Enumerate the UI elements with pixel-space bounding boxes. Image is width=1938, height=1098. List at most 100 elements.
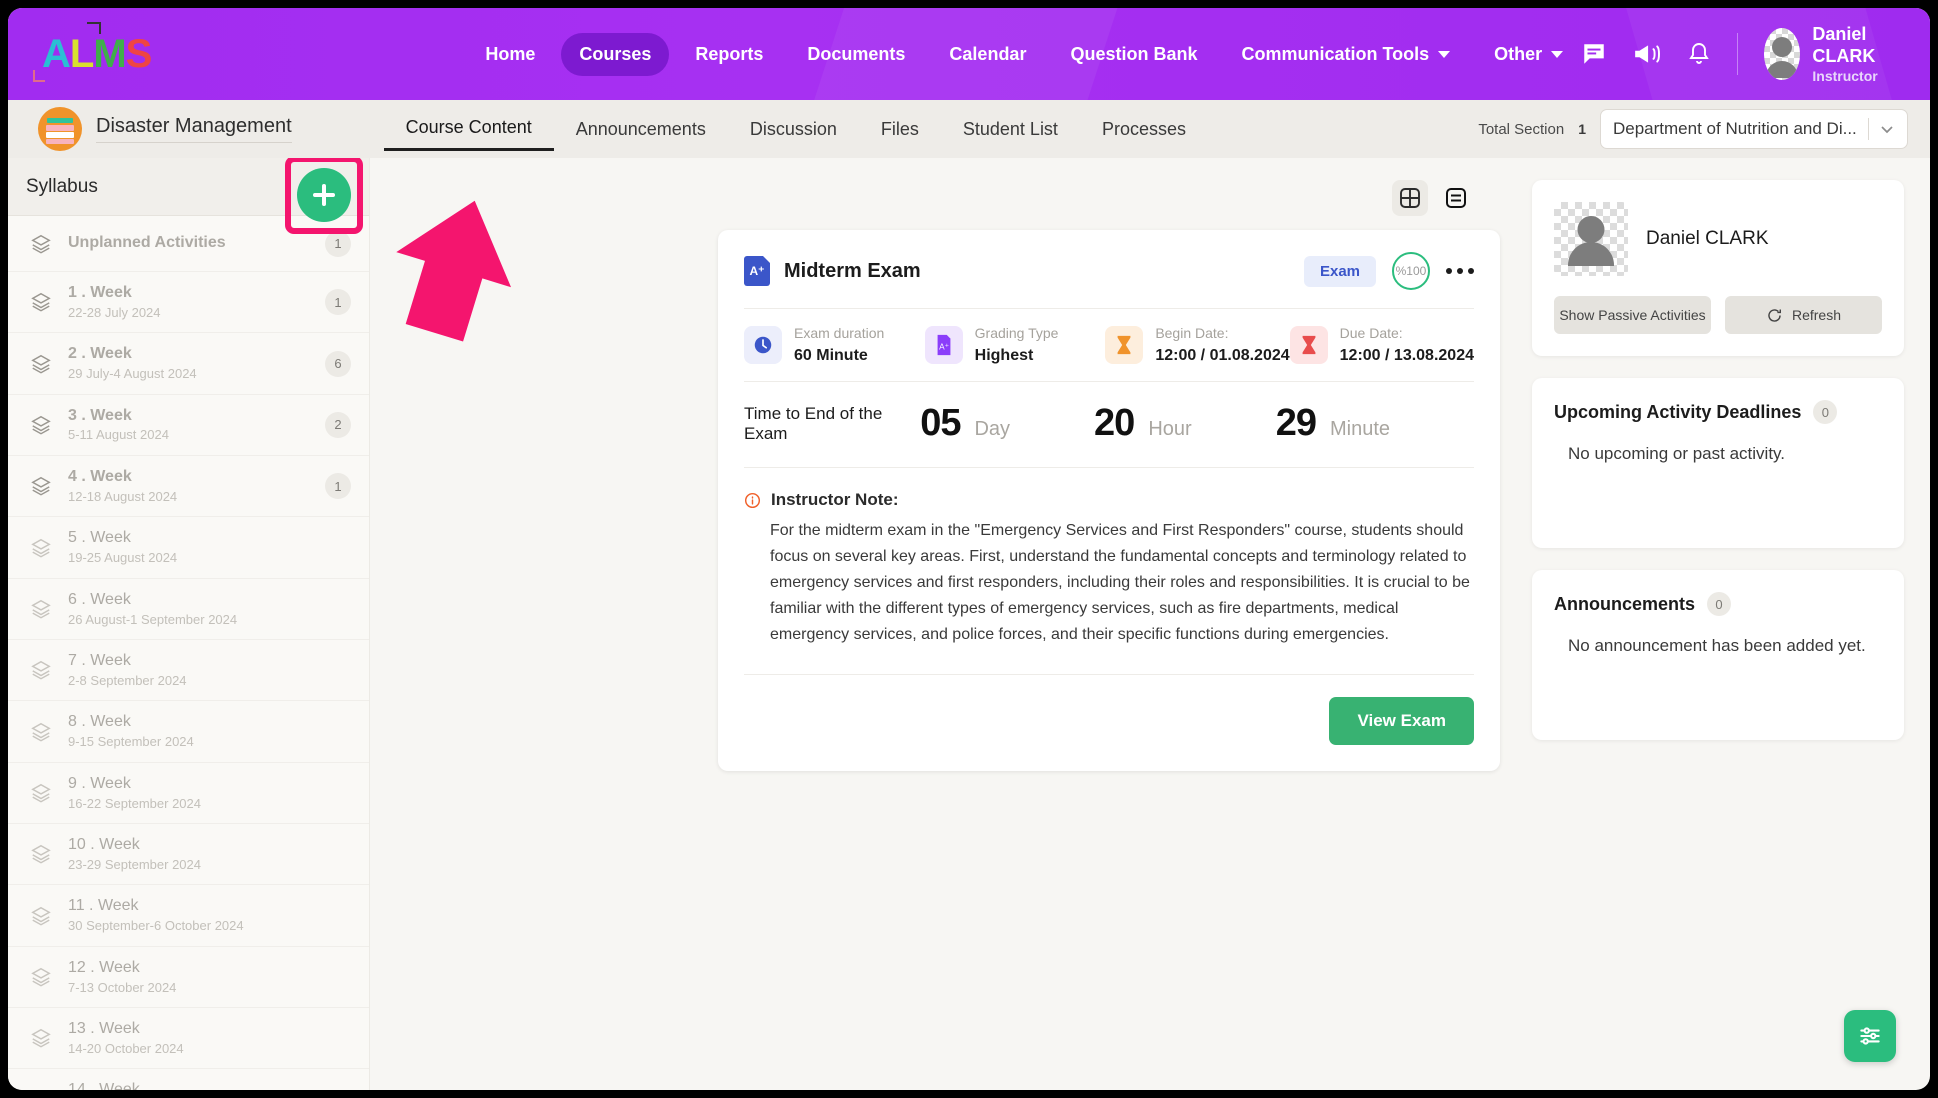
info-exam-duration: Exam duration 60 Minute [744, 323, 925, 367]
profile-actions: Show Passive Activities Refresh [1554, 296, 1882, 334]
announcement-icon[interactable] [1633, 41, 1661, 67]
countdown-value: 29 [1275, 402, 1317, 445]
section-select-value: Department of Nutrition and Di... [1613, 119, 1857, 138]
info-value: Highest [974, 347, 1034, 364]
tab-announcements[interactable]: Announcements [554, 109, 728, 150]
show-passive-activities-button[interactable]: Show Passive Activities [1554, 296, 1711, 334]
layers-icon [26, 782, 56, 804]
activity-card: A⁺ Midterm Exam Exam %100 Exam duration … [718, 230, 1500, 771]
settings-sliders-icon[interactable] [1844, 1010, 1896, 1062]
page-body: Syllabus 1 1 Unplanned Activities 1 [8, 158, 1930, 1090]
nav-right-actions: Daniel CLARK Instructor [1581, 23, 1908, 86]
tab-label: Files [880, 118, 919, 139]
card-title: Midterm Exam [784, 259, 921, 282]
layers-icon [26, 233, 56, 255]
announcements-title: Announcements [1554, 593, 1696, 614]
tab-discussion[interactable]: Discussion [728, 109, 859, 150]
info-label: Begin Date: [1155, 325, 1229, 341]
layers-icon [26, 537, 56, 559]
card-footer: View Exam [744, 673, 1474, 745]
info-label: Grading Type [974, 325, 1059, 341]
tab-label: Student List [962, 118, 1058, 139]
message-icon[interactable] [1581, 41, 1607, 67]
section-select[interactable]: Department of Nutrition and Di... [1600, 109, 1908, 149]
select-divider [1868, 118, 1869, 140]
grade-document-icon: A⁺ [924, 326, 963, 365]
logo-letter-m: M [93, 32, 126, 76]
list-item[interactable]: 11 . Week 30 September-6 October 2024 [8, 885, 369, 947]
info-value: 60 Minute [794, 347, 868, 364]
list-item[interactable]: 3 . Week 5-11 August 2024 2 [8, 395, 369, 457]
total-section-count: 1 [1578, 121, 1586, 137]
list-view-icon[interactable] [1438, 180, 1474, 216]
countdown-label: Time to End of the Exam [744, 403, 883, 443]
list-item[interactable]: 10 . Week 23-29 September 2024 [8, 824, 369, 886]
layers-icon [26, 843, 56, 865]
info-label: Exam duration [794, 325, 885, 341]
add-syllabus-button[interactable] [297, 168, 351, 222]
list-item-label: 7 . Week [68, 652, 131, 670]
countdown-days: 05 Day [920, 402, 1010, 445]
countdown-minutes: 29 Minute [1276, 402, 1390, 445]
nav-item-calendar[interactable]: Calendar [931, 33, 1044, 76]
list-item[interactable]: 12 . Week 7-13 October 2024 [8, 947, 369, 1009]
course-title-group[interactable]: Disaster Management [38, 107, 292, 151]
nav-item-other[interactable]: Other [1476, 33, 1581, 76]
announcements-empty-text: No announcement has been added yet. [1568, 636, 1866, 655]
tab-files[interactable]: Files [859, 109, 941, 150]
list-item[interactable]: 8 . Week 9-15 September 2024 [8, 701, 369, 763]
profile-card: Daniel CLARK Show Passive Activities Ref… [1532, 180, 1904, 356]
percent-badge: %100 [1392, 252, 1430, 290]
list-item-badge: 6 [325, 350, 351, 377]
list-item[interactable]: 2 . Week 29 July-4 August 2024 6 [8, 333, 369, 395]
tab-student-list[interactable]: Student List [941, 109, 1080, 150]
top-navigation-bar: A L M S Home Courses Reports Documents C… [8, 8, 1930, 100]
course-tabs: Course Content Announcements Discussion … [383, 107, 1208, 151]
refresh-button[interactable]: Refresh [1725, 296, 1882, 334]
list-item-badge: 1 [325, 230, 351, 257]
more-options-button[interactable] [1446, 268, 1474, 274]
tab-processes[interactable]: Processes [1080, 109, 1208, 150]
grid-view-icon[interactable] [1392, 180, 1428, 216]
user-menu[interactable]: Daniel CLARK Instructor [1763, 23, 1898, 86]
view-exam-button[interactable]: View Exam [1329, 696, 1474, 745]
nav-item-courses[interactable]: Courses [561, 32, 670, 76]
nav-item-home[interactable]: Home [467, 33, 553, 76]
countdown-row: Time to End of the Exam 05 Day 20 Hour 2… [744, 382, 1474, 469]
card-header: A⁺ Midterm Exam Exam %100 [744, 252, 1474, 290]
card-header-actions: Exam %100 [1303, 252, 1474, 290]
layers-icon [26, 291, 56, 313]
list-item-label: 6 . Week [68, 590, 131, 608]
deadlines-empty-text: No upcoming or past activity. [1568, 444, 1785, 463]
card-info-row: Exam duration 60 Minute A⁺ Grading Type … [744, 308, 1474, 383]
user-role: Instructor [1812, 67, 1878, 84]
list-item[interactable]: 1 . Week 22-28 July 2024 1 [8, 272, 369, 334]
course-header-bar: Disaster Management Course Content Annou… [8, 100, 1930, 158]
list-item[interactable]: 9 . Week 16-22 September 2024 [8, 763, 369, 825]
list-item[interactable]: 6 . Week 26 August-1 September 2024 [8, 579, 369, 641]
list-item[interactable]: 13 . Week 14-20 October 2024 [8, 1008, 369, 1070]
right-panel: Daniel CLARK Show Passive Activities Ref… [1532, 180, 1904, 762]
avatar [1554, 202, 1628, 276]
list-item-date: 7-13 October 2024 [68, 979, 177, 995]
list-item-label: 12 . Week [68, 958, 140, 976]
list-item-label: 5 . Week [68, 529, 131, 547]
list-item[interactable]: 7 . Week 2-8 September 2024 [8, 640, 369, 702]
alms-logo[interactable]: A L M S [33, 22, 152, 82]
layers-icon [26, 659, 56, 681]
list-item-date: 9-15 September 2024 [68, 734, 194, 750]
nav-item-question-bank[interactable]: Question Bank [1052, 33, 1215, 76]
section-selector-group: Total Section 1 Department of Nutrition … [1478, 109, 1908, 149]
nav-item-documents[interactable]: Documents [789, 33, 923, 76]
layers-icon [26, 966, 56, 988]
list-item[interactable]: 5 . Week 19-25 August 2024 [8, 517, 369, 579]
nav-item-reports[interactable]: Reports [677, 33, 781, 76]
profile-row: Daniel CLARK [1554, 202, 1882, 276]
list-item[interactable]: 4 . Week 12-18 August 2024 1 [8, 456, 369, 518]
svg-text:A⁺: A⁺ [939, 343, 949, 352]
tab-course-content[interactable]: Course Content [383, 107, 554, 151]
bell-icon[interactable] [1687, 41, 1711, 67]
list-item[interactable]: 14 . Week 21 October 2024-28 February 20… [8, 1069, 369, 1090]
countdown-unit: Hour [1148, 418, 1192, 441]
nav-item-communication-tools[interactable]: Communication Tools [1223, 33, 1468, 76]
